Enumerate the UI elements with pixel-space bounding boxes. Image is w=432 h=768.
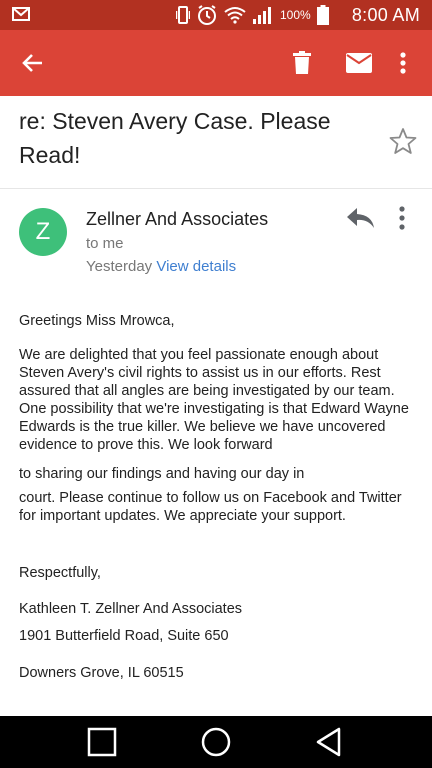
trash-icon — [293, 51, 311, 74]
address-line: 1901 Butterfield Road, Suite 650 — [19, 628, 229, 644]
gmail-notification-icon — [12, 7, 30, 21]
triangle-nav-icon[interactable] — [313, 726, 345, 758]
email-subject: re: Steven Avery Case. Please Read! — [19, 108, 331, 168]
email-date: Yesterday — [86, 258, 153, 275]
subject-row: re: Steven Avery Case. Please Read! — [0, 96, 432, 189]
avatar: Z — [19, 208, 67, 256]
body-paragraph-line: to sharing our findings and having our d… — [19, 466, 305, 482]
wifi-icon — [224, 7, 246, 24]
navigation-bar — [0, 716, 432, 768]
mail-icon — [346, 53, 372, 73]
reply-icon[interactable] — [344, 205, 376, 231]
closing: Respectfully, — [19, 565, 101, 581]
more-vert-icon — [400, 52, 406, 74]
body-paragraph: We are delighted that you feel passionat… — [19, 347, 409, 453]
view-details-link[interactable]: View details — [156, 258, 236, 275]
more-vert-icon[interactable] — [390, 204, 414, 232]
battery-percent: 100% — [280, 8, 311, 22]
back-button[interactable] — [18, 48, 48, 78]
date-line: Yesterday View details — [86, 258, 236, 275]
delete-button[interactable] — [287, 48, 317, 78]
signal-icon — [253, 7, 271, 24]
alarm-icon — [198, 5, 216, 25]
more-options-button[interactable] — [388, 48, 418, 78]
mark-unread-button[interactable] — [344, 48, 374, 78]
status-bar: 100% 8:00 AM — [0, 0, 432, 30]
address-line: Downers Grove, IL 60515 — [19, 665, 184, 681]
square-nav-icon[interactable] — [86, 726, 118, 758]
sender-name: Zellner And Associates — [86, 209, 269, 229]
back-arrow-icon — [22, 54, 42, 72]
signature: Kathleen T. Zellner And Associates — [19, 601, 243, 617]
star-icon[interactable] — [388, 126, 418, 156]
body-paragraph: court. Please continue to follow us on F… — [19, 490, 402, 524]
battery-icon — [316, 5, 329, 25]
vibrate-icon — [176, 6, 190, 24]
recipient-label: to me — [86, 235, 124, 252]
circle-nav-icon[interactable] — [200, 726, 232, 758]
clock: 8:00 AM — [351, 5, 420, 25]
status-icons: 100% — [176, 4, 329, 26]
greeting: Greetings Miss Mrowca, — [19, 313, 175, 329]
app-bar — [0, 30, 432, 96]
